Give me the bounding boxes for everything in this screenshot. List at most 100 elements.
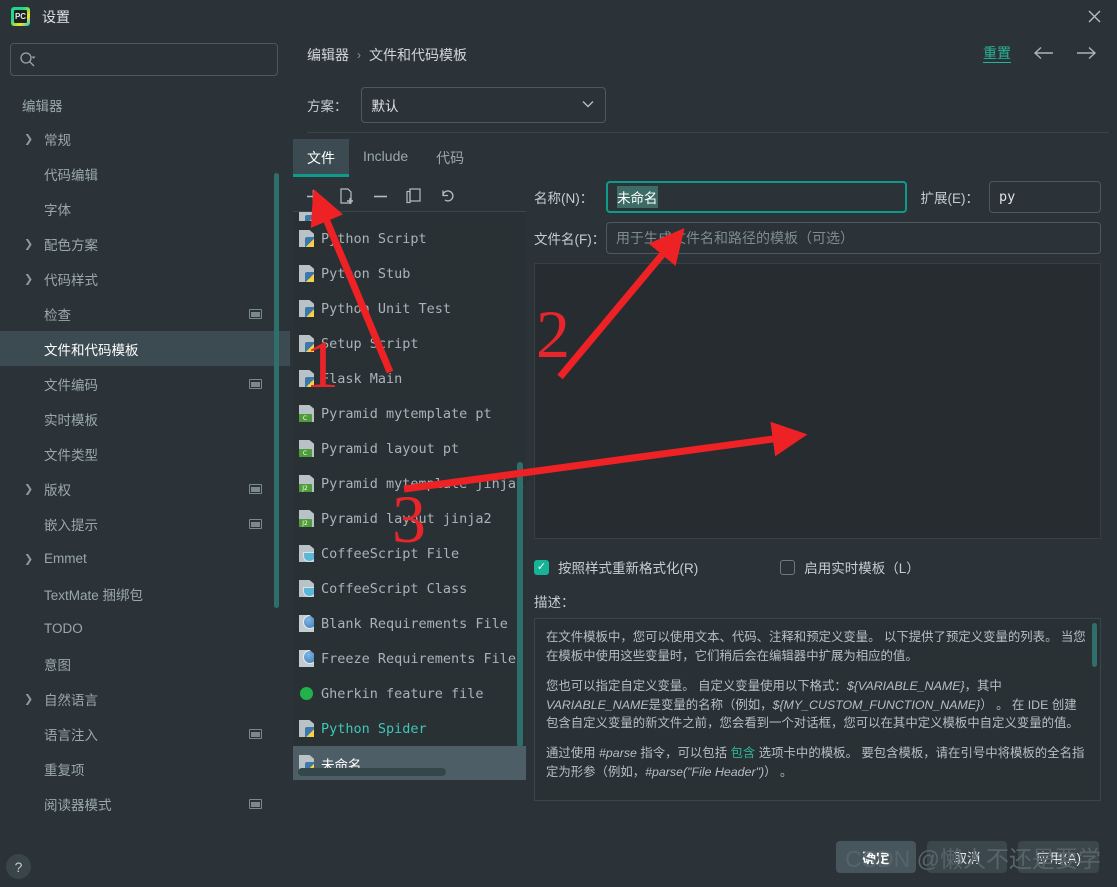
breadcrumb-item-editor[interactable]: 编辑器 <box>307 45 349 65</box>
scheme-select[interactable]: 默认 <box>360 87 606 123</box>
search-input[interactable] <box>10 43 278 76</box>
remove-button[interactable] <box>373 189 388 204</box>
sidebar-item-7[interactable]: 文件编码 <box>0 366 290 401</box>
search-icon <box>19 51 36 68</box>
template-list-hscrollbar[interactable] <box>298 768 446 776</box>
tpl-file-icon <box>299 475 314 492</box>
template-list-item[interactable]: Flask Main <box>293 361 526 396</box>
sidebar-item-label: 文件和代码模板 <box>44 342 139 358</box>
add-button[interactable] <box>306 189 321 204</box>
sidebar-item-13[interactable]: TextMate 捆绑包 <box>0 576 290 611</box>
template-list-item-label: Freeze Requirements File <box>321 650 517 667</box>
sidebar-item-9[interactable]: 文件类型 <box>0 436 290 471</box>
sidebar-scrollbar[interactable] <box>274 173 279 608</box>
chevron-right-icon[interactable]: ❯ <box>24 237 33 250</box>
sidebar-item-2[interactable]: 字体 <box>0 191 290 226</box>
sidebar-item-17[interactable]: 语言注入 <box>0 716 290 751</box>
sidebar-item-14[interactable]: TODO <box>0 611 290 646</box>
template-list-item[interactable]: Python Unit Test <box>293 291 526 326</box>
chevron-right-icon[interactable]: ❯ <box>24 692 33 705</box>
sidebar-item-4[interactable]: ❯ 代码样式 <box>0 261 290 296</box>
tab-files[interactable]: 文件 <box>293 139 349 177</box>
revert-button[interactable] <box>440 188 456 204</box>
sidebar-item-5[interactable]: 检查 <box>0 296 290 331</box>
close-icon[interactable] <box>1071 0 1117 33</box>
template-list-item[interactable]: Blank Requirements File <box>293 606 526 641</box>
template-list-item[interactable]: Freeze Requirements File <box>293 641 526 676</box>
divider <box>307 132 1109 133</box>
chevron-right-icon[interactable]: ❯ <box>24 272 33 285</box>
template-list-vscrollbar[interactable] <box>517 462 523 747</box>
template-list-item[interactable]: Pyramid mytemplate pt <box>293 396 526 431</box>
sidebar-item-label: 代码样式 <box>44 272 98 288</box>
description-scrollbar[interactable] <box>1092 623 1097 667</box>
project-scope-icon <box>249 518 262 529</box>
template-list-item-label: Flask Main <box>321 370 403 387</box>
sidebar-item-label: 版权 <box>44 482 71 498</box>
pycharm-icon <box>11 7 30 26</box>
py-file-icon <box>299 720 314 737</box>
settings-tree: 编辑器 ❯ 常规 代码编辑 字体 ❯ 配色方案 ❯ 代码样式 检查 文件和代码模板 文件编码 实时模板… <box>0 89 290 821</box>
sidebar-item-8[interactable]: 实时模板 <box>0 401 290 436</box>
template-list-item[interactable]: Gherkin feature file <box>293 676 526 711</box>
scheme-label: 方案： <box>307 99 348 114</box>
filename-label: 文件名(F)： <box>534 232 606 247</box>
template-editor[interactable] <box>534 263 1101 539</box>
apply-button[interactable]: 应用(A) <box>1018 841 1099 873</box>
scheme-select-value: 默认 <box>371 99 399 114</box>
filename-input[interactable]: 用于生成文件名和路径的模板（可选） <box>606 222 1101 254</box>
reformat-checkbox[interactable] <box>534 559 549 575</box>
template-list-item[interactable]: CoffeeScript File <box>293 536 526 571</box>
sidebar-item-10[interactable]: ❯ 版权 <box>0 471 290 506</box>
sidebar-item-0[interactable]: ❯ 常规 <box>0 121 290 156</box>
template-list-item-label: Pyramid mytemplate jinja2 <box>321 475 525 492</box>
sidebar-item-18[interactable]: 重复项 <box>0 751 290 786</box>
template-list-item-label: CoffeeScript File <box>321 545 460 562</box>
template-list-item[interactable]: Pyramid layout jinja2 <box>293 501 526 536</box>
chevron-right-icon[interactable]: ❯ <box>24 552 33 565</box>
live-template-label: 启用实时模板（L） <box>804 561 920 576</box>
arrow-left-icon[interactable] <box>1033 45 1054 63</box>
tab-include[interactable]: Include <box>349 139 422 177</box>
template-list-item[interactable]: Setup Script <box>293 326 526 361</box>
arrow-right-icon[interactable] <box>1076 45 1097 63</box>
extension-input[interactable]: py <box>989 181 1101 213</box>
sidebar-item-label: 检查 <box>44 307 71 323</box>
work-area: Python Script Python Stub Python Unit Test… <box>290 181 1117 801</box>
sidebar-item-16[interactable]: ❯ 自然语言 <box>0 681 290 716</box>
py-file-icon <box>299 335 314 352</box>
tpl-file-icon <box>299 510 314 527</box>
help-button[interactable]: ? <box>6 854 31 879</box>
live-template-checkbox[interactable] <box>780 559 796 575</box>
sidebar-item-19[interactable]: 阅读器模式 <box>0 786 290 821</box>
project-scope-icon <box>249 798 262 809</box>
template-list-item[interactable]: Python Script <box>293 221 526 256</box>
name-input[interactable]: 未命名 <box>606 181 907 213</box>
ok-button[interactable]: 确定 <box>836 841 916 873</box>
template-list-item[interactable]: Pyramid layout pt <box>293 431 526 466</box>
template-list-item[interactable] <box>293 212 526 221</box>
template-list-item[interactable]: Pyramid mytemplate jinja2 <box>293 466 526 501</box>
extension-label: 扩展(E)： <box>920 191 980 206</box>
reformat-label: 按照样式重新格式化(R) <box>558 561 699 576</box>
template-list-item[interactable]: Python Spider <box>293 711 526 746</box>
sidebar-item-1[interactable]: 代码编辑 <box>0 156 290 191</box>
sidebar-item-12[interactable]: ❯ Emmet <box>0 541 290 576</box>
sidebar-item-11[interactable]: 嵌入提示 <box>0 506 290 541</box>
chevron-right-icon[interactable]: ❯ <box>24 482 33 495</box>
template-list-item-label: Python Stub <box>321 265 411 282</box>
template-list[interactable]: Python Script Python Stub Python Unit Test… <box>293 211 526 780</box>
sidebar-item-6[interactable]: 文件和代码模板 <box>0 331 290 366</box>
cancel-button[interactable]: 取消 <box>927 841 1007 873</box>
description-label: 描述： <box>534 595 575 610</box>
reset-link[interactable]: 重置 <box>983 45 1011 63</box>
copy-template-button[interactable] <box>339 188 355 204</box>
duplicate-button[interactable] <box>406 188 422 204</box>
tab-code[interactable]: 代码 <box>422 139 478 177</box>
template-list-item[interactable]: Python Stub <box>293 256 526 291</box>
chevron-right-icon[interactable]: ❯ <box>24 132 33 145</box>
sidebar-item-15[interactable]: 意图 <box>0 646 290 681</box>
sidebar-item-3[interactable]: ❯ 配色方案 <box>0 226 290 261</box>
template-list-item[interactable]: CoffeeScript Class <box>293 571 526 606</box>
gherkin-file-icon <box>299 685 314 702</box>
